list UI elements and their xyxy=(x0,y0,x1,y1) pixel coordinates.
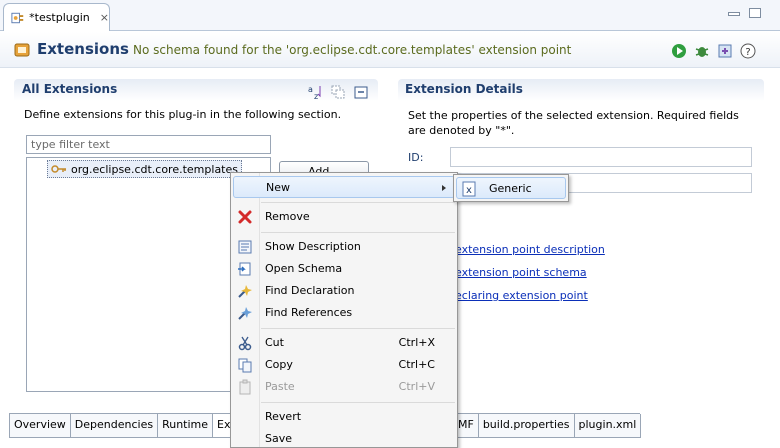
run-icon[interactable] xyxy=(671,43,687,59)
menu-separator xyxy=(261,402,455,403)
submenu-arrow-icon xyxy=(442,185,446,191)
all-extensions-title: All Extensions xyxy=(22,82,118,96)
menu-separator xyxy=(261,328,455,329)
svg-text:a: a xyxy=(308,85,313,94)
editor-tab-testplugin[interactable]: *testplugin × xyxy=(3,3,110,31)
menu-item-copy[interactable]: Copy Ctrl+C xyxy=(233,354,455,376)
menu-item-find-declaration-label: Find Declaration xyxy=(265,284,355,297)
tab-dependencies[interactable]: Dependencies xyxy=(69,414,159,438)
tab-plugin-xml[interactable]: plugin.xml xyxy=(573,414,642,438)
menu-item-show-description-label: Show Description xyxy=(265,240,361,253)
description-icon xyxy=(238,240,252,254)
sort-alphabetically-icon[interactable]: a z xyxy=(307,84,323,100)
svg-text:z: z xyxy=(314,92,318,100)
plugin-icon xyxy=(11,12,24,23)
scissors-icon xyxy=(238,336,252,351)
new-submenu: x Generic xyxy=(453,174,569,202)
menu-item-open-schema[interactable]: Open Schema xyxy=(233,258,455,280)
menu-item-paste-shortcut: Ctrl+V xyxy=(398,380,435,393)
close-icon[interactable]: × xyxy=(100,11,109,24)
menu-item-revert[interactable]: Revert xyxy=(233,406,455,428)
menu-item-cut-shortcut: Ctrl+X xyxy=(398,336,435,349)
menu-separator xyxy=(261,202,455,203)
extension-details-title: Extension Details xyxy=(405,82,523,96)
export-wizard-icon[interactable] xyxy=(717,43,733,59)
menu-separator xyxy=(261,232,455,233)
tab-build-properties[interactable]: build.properties xyxy=(477,414,575,438)
menu-item-open-schema-label: Open Schema xyxy=(265,262,343,275)
expand-all-icon[interactable] xyxy=(330,84,346,100)
menu-item-copy-label: Copy xyxy=(265,358,293,371)
menu-item-save[interactable]: Save xyxy=(233,428,455,448)
menu-item-find-references[interactable]: Find References xyxy=(233,302,455,324)
find-declaration-icon xyxy=(238,285,252,298)
menu-item-remove-label: Remove xyxy=(265,210,310,223)
tree-item-label: org.eclipse.cdt.core.templates xyxy=(71,162,238,176)
debug-icon[interactable] xyxy=(694,43,710,59)
menu-item-remove[interactable]: Remove xyxy=(233,206,455,228)
menu-item-paste[interactable]: Paste Ctrl+V xyxy=(233,376,455,398)
svg-text:x: x xyxy=(466,185,472,196)
copy-icon xyxy=(238,358,252,373)
tree-item-extension[interactable]: org.eclipse.cdt.core.templates xyxy=(47,160,242,178)
generic-element-icon: x xyxy=(462,181,476,197)
form-header: Extensions No schema found for the 'org.… xyxy=(0,32,780,68)
menu-item-cut[interactable]: Cut Ctrl+X xyxy=(233,332,455,354)
paste-icon xyxy=(239,379,251,395)
id-field[interactable] xyxy=(450,147,752,167)
extension-details-description: Set the properties of the selected exten… xyxy=(408,109,739,137)
extension-icon xyxy=(51,165,66,173)
collapse-all-icon[interactable] xyxy=(353,84,369,100)
tab-runtime[interactable]: Runtime xyxy=(157,414,214,438)
context-menu: New Remove Show Description Open Schema … xyxy=(230,172,458,448)
warning-message: No schema found for the 'org.eclipse.cdt… xyxy=(133,43,572,57)
open-schema-icon xyxy=(238,262,251,276)
all-extensions-description: Define extensions for this plug-in in th… xyxy=(24,108,342,121)
find-references-icon xyxy=(238,307,252,320)
menu-item-cut-label: Cut xyxy=(265,336,284,349)
menu-item-show-description[interactable]: Show Description xyxy=(233,236,455,258)
link-extension-point-description[interactable]: extension point description xyxy=(455,243,605,256)
maximize-button[interactable] xyxy=(749,8,761,18)
menu-item-generic-label: Generic xyxy=(489,182,532,195)
menu-item-revert-label: Revert xyxy=(265,410,302,423)
link-extension-point-schema[interactable]: extension point schema xyxy=(455,266,587,279)
menu-item-copy-shortcut: Ctrl+C xyxy=(398,358,435,371)
red-x-icon xyxy=(238,210,252,224)
menu-item-new[interactable]: New xyxy=(233,176,455,198)
editor-tab-strip: *testplugin × xyxy=(0,0,780,31)
help-icon[interactable]: ? xyxy=(740,43,756,59)
editor-tab-title: *testplugin xyxy=(29,11,90,24)
filter-input[interactable]: type filter text xyxy=(26,135,271,154)
id-label: ID: xyxy=(408,151,424,164)
menu-item-find-declaration[interactable]: Find Declaration xyxy=(233,280,455,302)
extensions-icon xyxy=(14,43,30,57)
link-declaring-extension-point[interactable]: eclaring extension point xyxy=(455,289,588,302)
svg-text:?: ? xyxy=(745,47,750,58)
menu-item-save-label: Save xyxy=(265,432,293,445)
editor-page-tabs: Overview Dependencies Runtime Exter xyxy=(9,413,252,438)
menu-item-paste-label: Paste xyxy=(265,380,295,393)
editor-page-tabs-right: MF build.properties plugin.xml xyxy=(453,413,642,438)
tab-overview[interactable]: Overview xyxy=(9,414,71,438)
minimize-button[interactable] xyxy=(728,12,740,16)
menu-item-new-label: New xyxy=(266,181,290,194)
menu-item-generic[interactable]: x Generic xyxy=(456,177,566,199)
menu-item-find-references-label: Find References xyxy=(265,306,353,319)
page-title: Extensions xyxy=(37,40,129,58)
